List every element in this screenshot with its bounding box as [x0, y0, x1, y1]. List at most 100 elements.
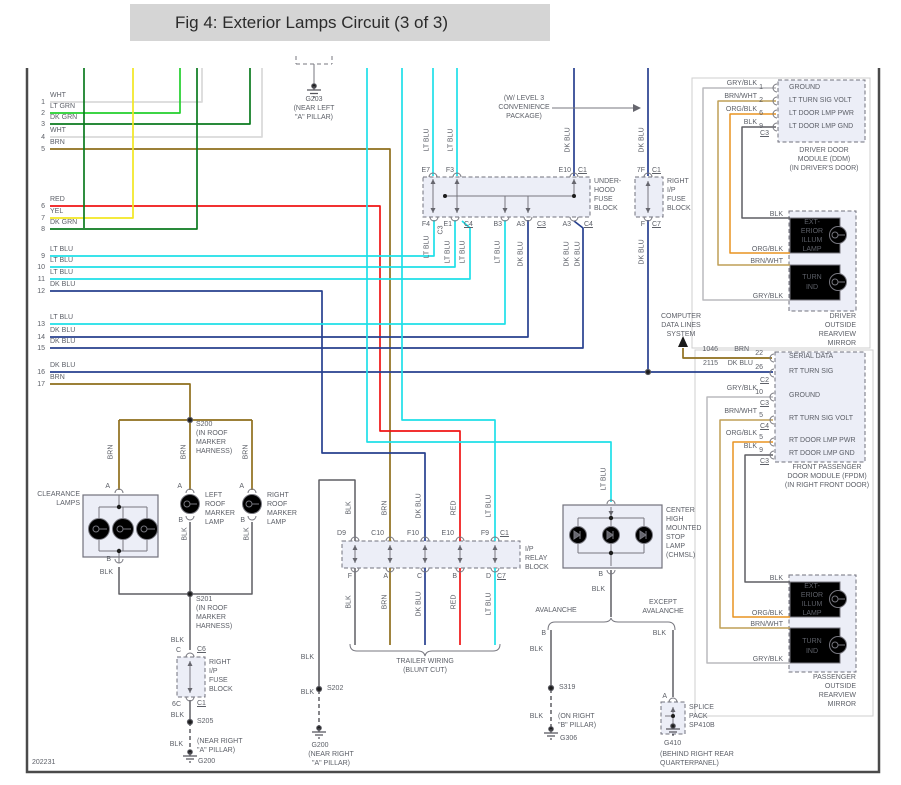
label-wire_names-brn: BRN	[381, 594, 389, 610]
label-fuse_right_ip_top-name-0: RIGHT	[667, 178, 689, 185]
label-grounds-g200b-1: (NEAR RIGHT	[308, 751, 354, 758]
label-ddm-name-0: DRIVER DOOR	[799, 147, 849, 154]
label-lamps-chmsl-1: HIGH	[666, 516, 684, 523]
label-fpdm-pins-2-fn: RT DOOR LMP PWR	[789, 437, 856, 444]
label-wire_names-wht: WHT	[50, 92, 66, 99]
label-lamps-left_marker-2: MARKER	[205, 510, 235, 517]
label-splices-s201-3: HARNESS)	[196, 623, 233, 630]
label-fpdm-pins-1-num: 5	[759, 412, 763, 419]
label-wire_names-lt_blu: LT BLU	[485, 494, 493, 518]
label-lamps-chmsl-5: (CHMSL)	[666, 552, 696, 559]
label-grounds-g306-1: (ON RIGHT	[558, 713, 595, 720]
label-wire_names-dk_blu: DK BLU	[415, 591, 423, 617]
label-fuse_right_ip_left-c1: C1	[197, 700, 206, 707]
label-wire_names-blk: BLK	[170, 712, 184, 719]
label-wire_names-blk: BLK	[591, 586, 605, 593]
label-notes-except-0: EXCEPT	[648, 599, 678, 606]
label-mirrors-illum-2: ILLUM	[801, 237, 823, 244]
label-fuse_underhood-name-3: BLOCK	[594, 205, 618, 212]
label-wire_names-dk_blu: DK BLU	[50, 338, 76, 345]
label-fuse_underhood-top-c1: C1	[578, 167, 587, 174]
label-left_rows-7-num: 8	[41, 226, 45, 233]
label-relay-name-1: RELAY	[525, 555, 548, 562]
label-wire_names-dk_blu: DK BLU	[638, 127, 646, 153]
label-left_rows-3-num: 4	[41, 134, 45, 141]
label-mirrors-driver-1: OUTSIDE	[824, 322, 856, 329]
label-wire_names-dk_blu: DK BLU	[50, 327, 76, 334]
label-wire_names-brn_wht: BRN/WHT	[724, 408, 757, 415]
label-wire_names-wht: WHT	[50, 127, 66, 134]
label-wire_names-blk: BLK	[743, 443, 757, 450]
label-wire_names-brn: BRN	[50, 374, 65, 381]
label-ddm-pins-1-num: 2	[759, 97, 763, 104]
label-fuse_right_ip_top-name-3: BLOCK	[667, 205, 691, 212]
label-relay-bottom-4: D	[485, 573, 491, 580]
label-mirrors-driver-2: REARVIEW	[818, 331, 856, 338]
label-fuse_underhood-name-2: FUSE	[594, 196, 613, 203]
label-left_rows-16-num: 17	[37, 381, 45, 388]
label-fpdm-turnsig-circuit: 2115	[702, 360, 718, 367]
label-splices-s200-0: S200	[196, 421, 213, 428]
label-fuse_right_ip_left-c6: C6	[197, 646, 206, 653]
label-grounds-g203-0: G203	[305, 96, 323, 103]
label-relay-name-0: I/P	[525, 546, 534, 553]
label-fpdm-pins-1-fn: RT TURN SIG VOLT	[789, 415, 854, 422]
label-fuse_right_ip_top-name-2: FUSE	[667, 196, 686, 203]
label-wire_names-gry_blk: GRY/BLK	[752, 293, 783, 300]
label-wire_names-lt_blu: LT BLU	[50, 269, 74, 276]
label-ddm-pins-2-num: 6	[759, 110, 763, 117]
label-terms-a: A	[177, 483, 182, 490]
label-mirrors-driver-3: MIRROR	[827, 340, 856, 347]
label-wire_names-yel: YEL	[50, 208, 64, 215]
label-fpdm-pins-1-conn: C4	[760, 423, 769, 430]
label-mirrors-passenger-2: REARVIEW	[818, 692, 856, 699]
label-left_rows-10-num: 11	[37, 276, 45, 283]
label-fuse_right_ip_left-name-0: RIGHT	[209, 659, 231, 666]
label-wire_names-lt_blu: LT BLU	[485, 592, 493, 616]
label-notes-level3-2: PACKAGE)	[506, 113, 542, 120]
label-lamps-chmsl-3: STOP	[666, 534, 685, 541]
label-wire_names-lt_blu: LT BLU	[50, 314, 74, 321]
wiring-diagram-page: Fig 4: Exterior Lamps Circuit (3 of 3) 1…	[0, 0, 901, 785]
label-wire_names-brn: BRN	[381, 500, 389, 516]
label-fpdm-pins-3-conn: C3	[760, 458, 769, 465]
label-fuse_right_ip_left-name-1: I/P	[209, 668, 218, 675]
label-wire_names-brn: BRN	[50, 139, 65, 146]
label-left_rows-6-num: 7	[41, 215, 45, 222]
label-ddm-conn: C3	[760, 130, 769, 137]
label-lamps-chmsl-2: MOUNTED	[666, 525, 702, 532]
label-wire_names-gry_blk: GRY/BLK	[752, 656, 783, 663]
label-wire_names-dk_blu: DK BLU	[50, 281, 76, 288]
label-wire_names-brn_wht: BRN/WHT	[724, 93, 757, 100]
diagram-labels: 1 WHT 2 LT GRN 3 DK GRN 4 WHT 5 BRN 6 RED 7 YEL 8 DK GR…	[0, 0, 901, 785]
label-wire_names-brn: BRN	[242, 444, 250, 460]
label-wire_names-lt_blu: LT BLU	[50, 257, 74, 264]
label-relay-bottom-2: C	[416, 573, 422, 580]
label-wire_names-brn_wht: BRN/WHT	[750, 258, 783, 265]
label-ddm-name-1: MODULE (DDM)	[797, 156, 851, 163]
label-fpdm-pins-0-conn: C3	[760, 400, 769, 407]
label-notes-computer-2: SYSTEM	[666, 331, 696, 338]
label-mirrors-passenger-1: OUTSIDE	[824, 683, 856, 690]
label-mirrors-illum-1: ERIOR	[800, 592, 824, 599]
label-left_rows-13-num: 14	[37, 334, 45, 341]
label-grounds-g200b-2: "A" PILLAR)	[311, 760, 351, 767]
label-fpdm-pins-3-num: 9	[759, 447, 763, 454]
label-splices-s205: S205	[197, 718, 214, 725]
label-grounds-g200a-1: (NEAR RIGHT	[197, 738, 243, 745]
label-wire_names-blk: BLK	[529, 713, 543, 720]
label-wire_names-lt_blu: LT BLU	[459, 240, 467, 264]
label-lamps-chmsl-4: LAMP	[666, 543, 686, 550]
label-left_rows-4-num: 5	[41, 146, 45, 153]
label-ddm-pins-2-fn: LT DOOR LMP PWR	[789, 110, 854, 117]
label-terms-b: B	[541, 630, 546, 637]
label-wire_names-lt_blu: LT BLU	[50, 246, 74, 253]
label-left_rows-5-num: 6	[41, 203, 45, 210]
label-wire_names-dk_grn: DK GRN	[50, 114, 78, 121]
label-mirrors-turn-1: IND	[805, 284, 819, 291]
label-fuse_underhood-bottom-b3: B3	[493, 221, 502, 228]
label-fuse_underhood-bottom-c3b: C3	[537, 221, 546, 228]
label-lamps-left_marker-3: LAMP	[205, 519, 225, 526]
label-fpdm-pins-2-num: 5	[759, 434, 763, 441]
label-fuse_underhood-bottom-c4b: C4	[584, 221, 593, 228]
